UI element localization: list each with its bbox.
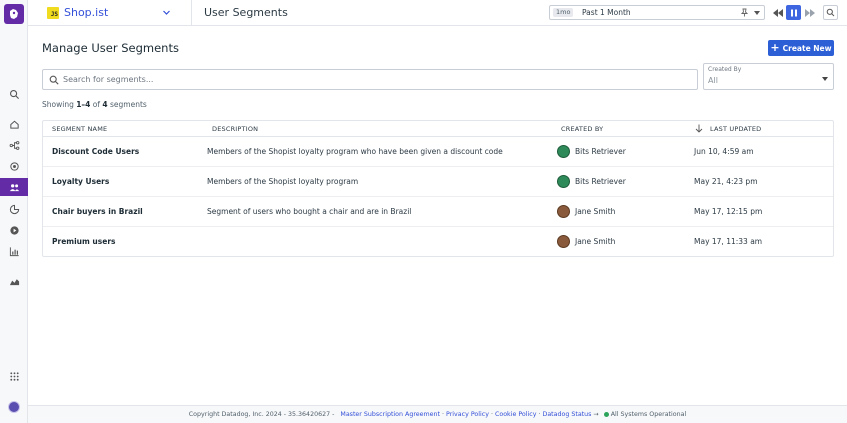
table-row[interactable]: Chair buyers in Brazil Segment of users w… <box>43 197 833 227</box>
table-header: SEGMENT NAME DESCRIPTION CREATED BY LAST… <box>43 121 833 137</box>
creator-avatar <box>557 205 570 218</box>
plus-icon: + <box>770 41 780 54</box>
column-header-description[interactable]: DESCRIPTION <box>212 125 258 133</box>
table-row[interactable]: Premium users Jane Smith May 17, 11:33 am <box>43 227 833 257</box>
caret-down-icon[interactable] <box>754 11 760 15</box>
vitals-icon[interactable] <box>0 157 28 175</box>
footer-status: All Systems Operational <box>610 411 687 418</box>
segment-last-updated: May 17, 11:33 am <box>694 237 763 246</box>
pin-icon[interactable] <box>740 8 749 19</box>
search-input[interactable] <box>63 72 683 87</box>
search-icon <box>49 75 59 85</box>
creator-avatar <box>557 235 570 248</box>
user-avatar[interactable] <box>8 401 20 413</box>
home-icon[interactable] <box>0 115 28 133</box>
results-count: Showing 1–4 of 4 segments <box>42 100 147 109</box>
segment-name[interactable]: Loyalty Users <box>52 177 109 186</box>
left-navigation <box>0 0 28 423</box>
segment-last-updated: May 21, 4:23 pm <box>694 177 758 186</box>
area-chart-icon[interactable] <box>0 272 28 290</box>
segment-name[interactable]: Chair buyers in Brazil <box>52 207 143 216</box>
creator-avatar <box>557 145 570 158</box>
column-header-last-updated[interactable]: LAST UPDATED <box>710 125 761 133</box>
fast-forward-button[interactable] <box>802 5 817 20</box>
javascript-app-icon: JS <box>47 7 59 19</box>
segment-creator: Jane Smith <box>575 237 616 246</box>
apps-grid-icon[interactable] <box>0 367 28 385</box>
create-new-button[interactable]: + Create New <box>768 40 834 56</box>
footer-link-privacy[interactable]: Privacy Policy <box>446 411 489 418</box>
arrow-icon: → <box>593 411 599 418</box>
segment-last-updated: Jun 10, 4:59 am <box>694 147 754 156</box>
table-row[interactable]: Loyalty Users Members of the Shopist loya… <box>43 167 833 197</box>
created-by-label: Created By <box>708 66 742 73</box>
table-row[interactable]: Discount Code Users Members of the Shopis… <box>43 137 833 167</box>
sort-descending-icon[interactable] <box>695 124 703 135</box>
funnel-icon[interactable] <box>0 200 28 218</box>
header-divider <box>191 0 192 26</box>
column-header-created-by[interactable]: CREATED BY <box>561 125 603 133</box>
segment-name[interactable]: Discount Code Users <box>52 147 139 156</box>
creator-avatar <box>557 175 570 188</box>
column-header-segment-name[interactable]: SEGMENT NAME <box>52 125 107 133</box>
footer-link-status[interactable]: Datadog Status <box>542 411 591 418</box>
time-range-value: Past 1 Month <box>582 8 631 17</box>
footer-link-cookie[interactable]: Cookie Policy <box>495 411 537 418</box>
page-title: User Segments <box>204 6 288 19</box>
segment-creator: Bits Retriever <box>575 147 626 156</box>
segment-description: Segment of users who bought a chair and … <box>207 207 412 216</box>
segments-table: SEGMENT NAME DESCRIPTION CREATED BY LAST… <box>42 120 834 257</box>
play-icon[interactable] <box>0 221 28 239</box>
caret-down-icon <box>822 77 828 81</box>
segment-description: Members of the Shopist loyalty program <box>207 177 359 186</box>
create-new-label: Create New <box>782 43 832 53</box>
segment-last-updated: May 17, 12:15 pm <box>694 207 763 216</box>
created-by-select[interactable]: Created By All <box>703 63 834 90</box>
datadog-logo-icon[interactable] <box>4 4 24 24</box>
main-title: Manage User Segments <box>42 41 179 55</box>
app-name[interactable]: Shop.ist <box>64 6 108 19</box>
segments-icon[interactable] <box>0 178 28 196</box>
rewind-button[interactable] <box>770 5 785 20</box>
nodes-icon[interactable] <box>0 136 28 154</box>
chart-icon[interactable] <box>0 242 28 260</box>
footer-link-master-agreement[interactable]: Master Subscription Agreement <box>340 411 440 418</box>
search-box <box>42 69 698 90</box>
segment-description: Members of the Shopist loyalty program w… <box>207 147 503 156</box>
zoom-search-button[interactable] <box>823 5 838 20</box>
pause-button[interactable] <box>786 5 801 20</box>
segment-name[interactable]: Premium users <box>52 237 116 246</box>
status-ok-icon <box>603 412 609 417</box>
time-picker[interactable]: 1mo Past 1 Month <box>549 5 765 20</box>
segment-creator: Bits Retriever <box>575 177 626 186</box>
top-bar: JS Shop.ist User Segments 1mo Past 1 Mon… <box>28 0 847 26</box>
time-range-badge: 1mo <box>553 8 574 17</box>
segment-creator: Jane Smith <box>575 207 616 216</box>
chevron-down-icon[interactable] <box>162 8 171 19</box>
footer: Copyright Datadog, Inc. 2024 - 35.364206… <box>28 405 847 423</box>
footer-copyright: Copyright Datadog, Inc. 2024 - 35.364206… <box>188 411 335 418</box>
search-icon[interactable] <box>0 85 28 103</box>
created-by-value: All <box>708 76 718 85</box>
